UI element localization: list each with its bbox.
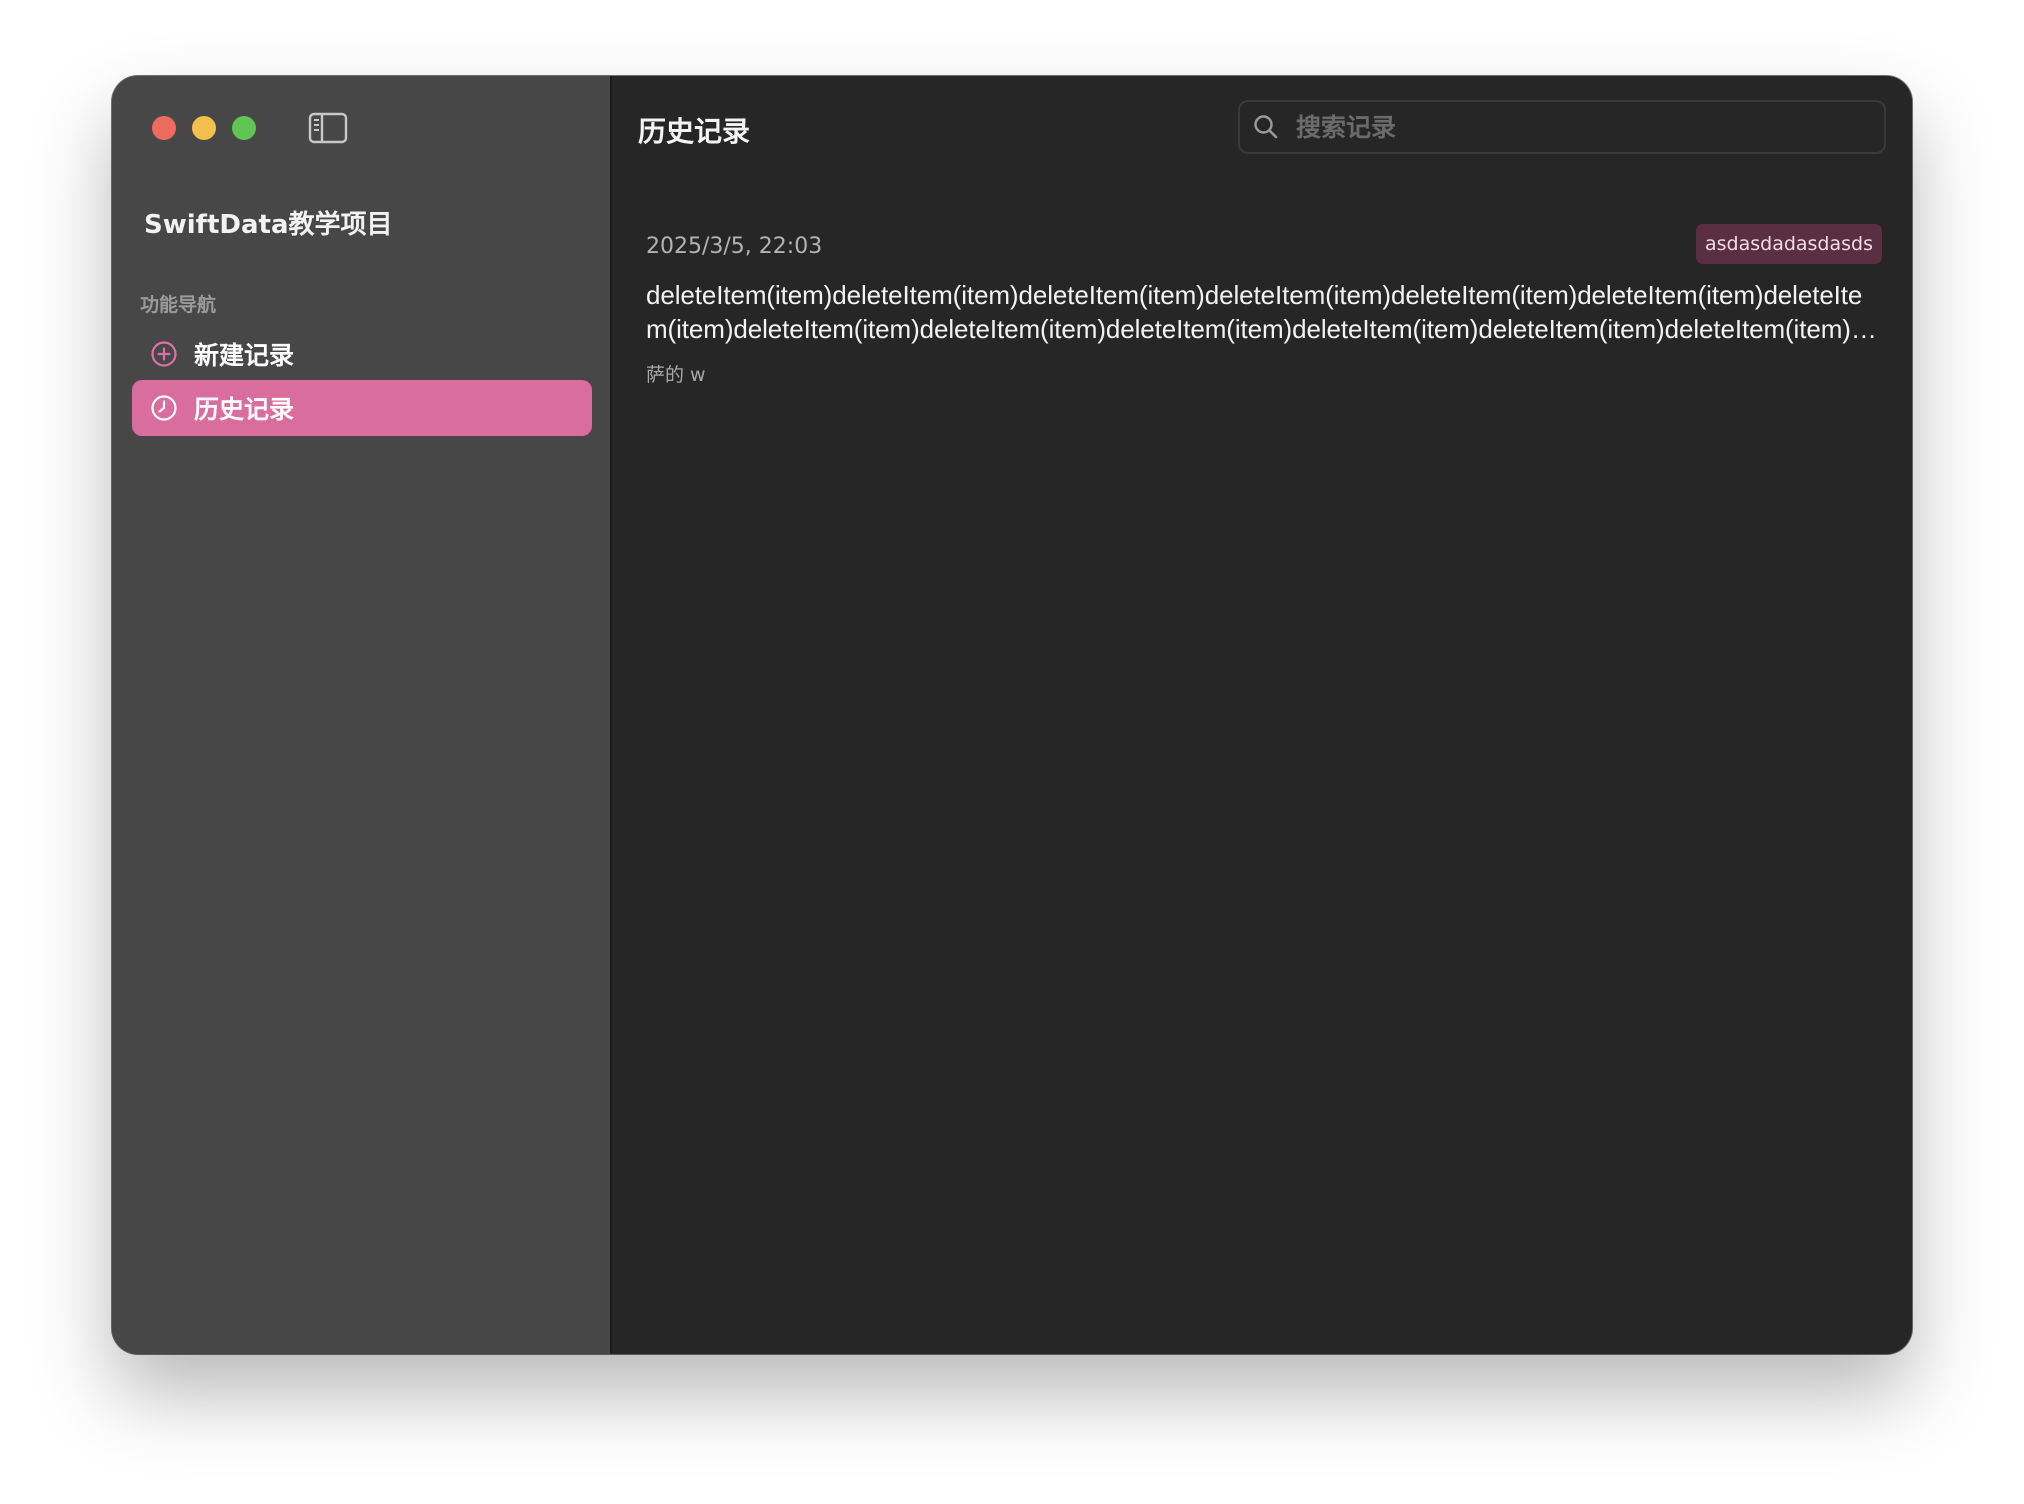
- sidebar: SwiftData教学项目 功能导航 新建记录 历史记录: [112, 76, 612, 1354]
- minimize-window-button[interactable]: [192, 116, 216, 140]
- search-input[interactable]: [1294, 111, 1858, 143]
- project-title: SwiftData教学项目: [144, 210, 393, 240]
- maximize-window-button[interactable]: [232, 116, 256, 140]
- search-field[interactable]: [1238, 100, 1886, 154]
- sidebar-item-history[interactable]: 历史记录: [132, 380, 592, 436]
- page-title: 历史记录: [638, 115, 751, 148]
- record-date: 2025/3/5, 22:03: [646, 234, 823, 259]
- close-window-button[interactable]: [152, 116, 176, 140]
- sidebar-item-new-record[interactable]: 新建记录: [132, 326, 592, 382]
- sidebar-item-label: 新建记录: [194, 341, 295, 370]
- record-note: 萨的 w: [646, 364, 706, 386]
- clock-icon: [150, 394, 178, 422]
- app-window: SwiftData教学项目 功能导航 新建记录 历史记录 历史记录 搜索记录 2…: [112, 76, 1912, 1354]
- sidebar-toggle-icon[interactable]: [308, 112, 348, 144]
- record-content: deleteItem(item)deleteItem(item)deleteIt…: [646, 280, 1880, 344]
- sidebar-item-label: 历史记录: [194, 395, 295, 424]
- search-icon: [1252, 113, 1280, 141]
- plus-circle-icon: [150, 340, 178, 368]
- nav-section-label: 功能导航: [140, 294, 217, 316]
- main-content: 历史记录 2025/3/5, 22:03 asdasdadasdasds del…: [612, 76, 1912, 1354]
- record-tag-badge: asdasdadasdasds: [1695, 224, 1882, 264]
